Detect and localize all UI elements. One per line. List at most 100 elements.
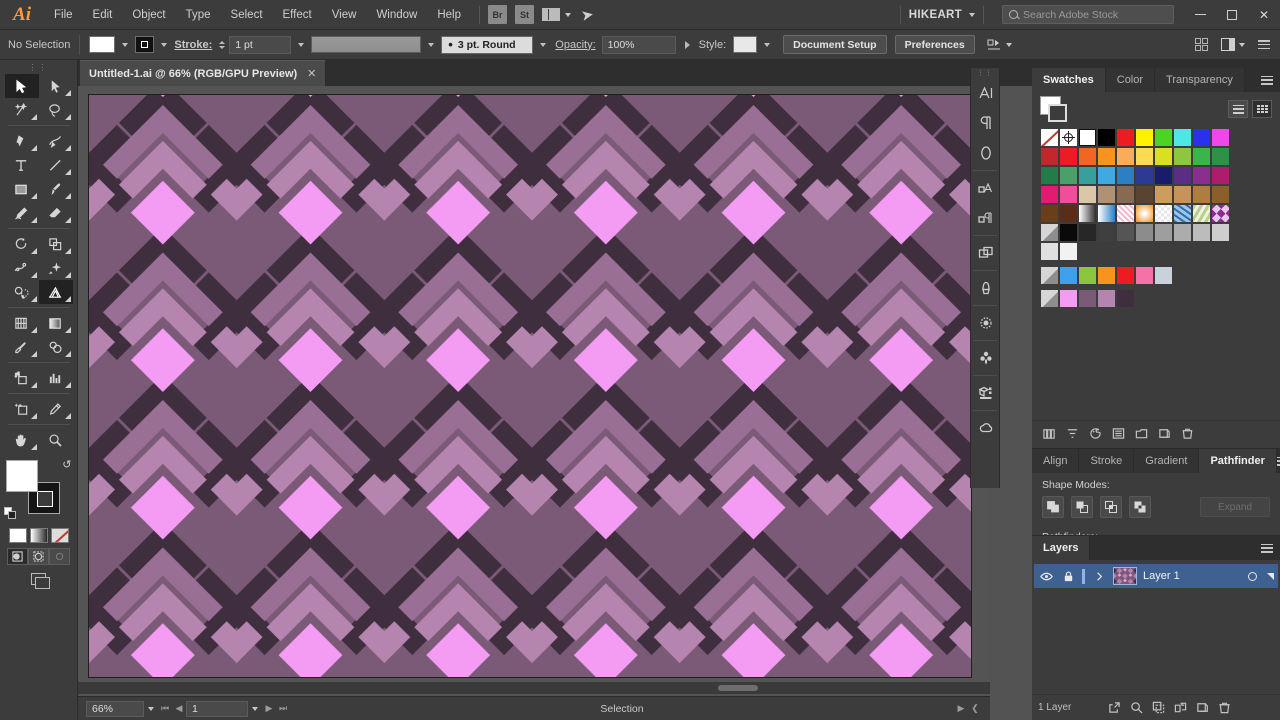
- status-menu-icon[interactable]: ▶: [954, 701, 968, 717]
- swatch-darkchocolate[interactable]: [1059, 204, 1078, 223]
- account-chevron-icon[interactable]: [969, 13, 975, 17]
- paragraph-panel-icon[interactable]: [971, 108, 1001, 138]
- zoom-tool[interactable]: [39, 428, 73, 452]
- menu-help[interactable]: Help: [427, 0, 471, 30]
- hand-tool[interactable]: [5, 428, 39, 452]
- delete-layer-icon[interactable]: [1215, 698, 1234, 717]
- type-tool[interactable]: [5, 153, 39, 177]
- toolbar-fill-swatch[interactable]: [6, 460, 38, 492]
- swatch-sand2[interactable]: [1173, 185, 1192, 204]
- eyedropper-tool[interactable]: [5, 335, 39, 359]
- swatch-orange[interactable]: [1078, 147, 1097, 166]
- swatch-none[interactable]: [1040, 128, 1059, 147]
- show-swatch-kinds-icon[interactable]: [1063, 424, 1082, 443]
- swatch-gray-50[interactable]: [1135, 223, 1154, 242]
- document-tab[interactable]: Untitled-1.ai @ 66% (RGB/GPU Preview) ✕: [80, 60, 326, 86]
- swatch-gray-0[interactable]: [1059, 223, 1078, 242]
- last-artboard-button[interactable]: ⏭: [276, 701, 290, 717]
- swatch-gray-70[interactable]: [1173, 223, 1192, 242]
- new-color-group-icon[interactable]: [1132, 424, 1151, 443]
- style-dropdown-icon[interactable]: [764, 43, 770, 47]
- none-button[interactable]: [51, 528, 69, 543]
- variable-width-profile[interactable]: [311, 36, 421, 53]
- opentype-panel-icon[interactable]: [971, 138, 1001, 168]
- draw-behind-button[interactable]: [28, 548, 49, 565]
- zoom-level-field[interactable]: 66%: [86, 701, 144, 717]
- symbols-panel-icon[interactable]: [971, 308, 1001, 338]
- layer-name[interactable]: Layer 1: [1143, 570, 1242, 582]
- artboard[interactable]: [88, 94, 972, 678]
- workspace-switcher[interactable]: [542, 8, 571, 21]
- swatch-gray-20[interactable]: [1097, 223, 1116, 242]
- swatch-blue[interactable]: [1192, 128, 1211, 147]
- swatch-yellow[interactable]: [1135, 128, 1154, 147]
- opacity-field[interactable]: 100%: [602, 36, 676, 54]
- rocket-icon[interactable]: ➤: [580, 5, 596, 25]
- stroke-weight-stepper[interactable]: [219, 41, 225, 49]
- width-profile-dropdown-icon[interactable]: [428, 43, 434, 47]
- canvas-area[interactable]: [78, 86, 990, 694]
- graphic-style-swatch[interactable]: [733, 36, 757, 53]
- fill-color-swatch[interactable]: [89, 36, 115, 53]
- stroke-weight-field[interactable]: 1 pt: [229, 36, 291, 54]
- layer-target-icon[interactable]: [1248, 572, 1257, 581]
- swatch-gray-90[interactable]: [1211, 223, 1230, 242]
- brushes-panel-icon[interactable]: [971, 273, 1001, 303]
- magic-wand-tool[interactable]: [5, 98, 39, 122]
- tab-swatches[interactable]: Swatches: [1032, 68, 1106, 92]
- column-graph-tool[interactable]: [39, 366, 73, 390]
- swatch-violet[interactable]: [1173, 166, 1192, 185]
- new-sublayer-icon[interactable]: [1171, 698, 1190, 717]
- minimize-button[interactable]: [1184, 0, 1216, 30]
- locate-object-icon[interactable]: [1105, 698, 1124, 717]
- swatch-gray-60[interactable]: [1154, 223, 1173, 242]
- swatch-pattern-pink[interactable]: [1116, 204, 1135, 223]
- canvas-horizontal-scrollbar[interactable]: [78, 682, 990, 694]
- stroke-color-swatch[interactable]: [135, 36, 154, 53]
- previous-artboard-button[interactable]: ◀: [172, 701, 186, 717]
- menu-edit[interactable]: Edit: [83, 0, 123, 30]
- swatch-pattern-blue[interactable]: [1173, 204, 1192, 223]
- shape-builder-tool[interactable]: [5, 280, 39, 304]
- swatch-options-icon[interactable]: [1109, 424, 1128, 443]
- current-swatch-indicator[interactable]: [1040, 96, 1070, 122]
- swatch-amber[interactable]: [1097, 147, 1116, 166]
- tab-layers[interactable]: Layers: [1032, 536, 1090, 560]
- curvature-tool[interactable]: [39, 129, 73, 153]
- close-button[interactable]: ✕: [1248, 0, 1280, 30]
- stroke-weight-dropdown-icon[interactable]: [298, 43, 304, 47]
- scale-tool[interactable]: [39, 232, 73, 256]
- unite-button[interactable]: [1042, 496, 1064, 518]
- swatch-registration[interactable]: [1059, 128, 1078, 147]
- swatch-magenta[interactable]: [1211, 128, 1230, 147]
- layer-row[interactable]: Layer 1: [1034, 564, 1278, 588]
- swatch-gradient-blue[interactable]: [1097, 204, 1116, 223]
- selection-tool[interactable]: [5, 74, 39, 98]
- color-button[interactable]: [9, 528, 27, 543]
- perspective-grid-tool[interactable]: [39, 280, 73, 304]
- rotate-tool[interactable]: [5, 232, 39, 256]
- swatch-lime[interactable]: [1154, 147, 1173, 166]
- swatch-coffee[interactable]: [1211, 185, 1230, 204]
- bridge-button[interactable]: Br: [488, 5, 507, 24]
- swatch-yellowgreen[interactable]: [1173, 147, 1192, 166]
- swatch-black[interactable]: [1097, 128, 1116, 147]
- swatch-lightorange[interactable]: [1116, 147, 1135, 166]
- opacity-expand-icon[interactable]: [685, 41, 690, 49]
- align-to-control[interactable]: [987, 38, 1012, 52]
- character-panel-icon[interactable]: [971, 78, 1001, 108]
- grid-view-button[interactable]: [1252, 100, 1272, 118]
- swatch-pattern-check[interactable]: [1154, 204, 1173, 223]
- draw-normal-button[interactable]: [7, 548, 28, 565]
- control-panel-menu-icon[interactable]: [1258, 40, 1270, 49]
- stock-search-input[interactable]: Search Adobe Stock: [1002, 5, 1174, 24]
- account-name[interactable]: HIKEART: [909, 9, 962, 21]
- swatch-green[interactable]: [1154, 128, 1173, 147]
- creative-cloud-icon[interactable]: [971, 413, 1001, 443]
- stroke-label[interactable]: Stroke:: [174, 39, 212, 51]
- close-icon[interactable]: ✕: [307, 67, 316, 80]
- layers-panel-icon[interactable]: [971, 238, 1001, 268]
- swatch-gradient-gray[interactable]: [1078, 204, 1097, 223]
- swatch-green2[interactable]: [1192, 147, 1211, 166]
- character-styles-icon[interactable]: [971, 173, 1001, 203]
